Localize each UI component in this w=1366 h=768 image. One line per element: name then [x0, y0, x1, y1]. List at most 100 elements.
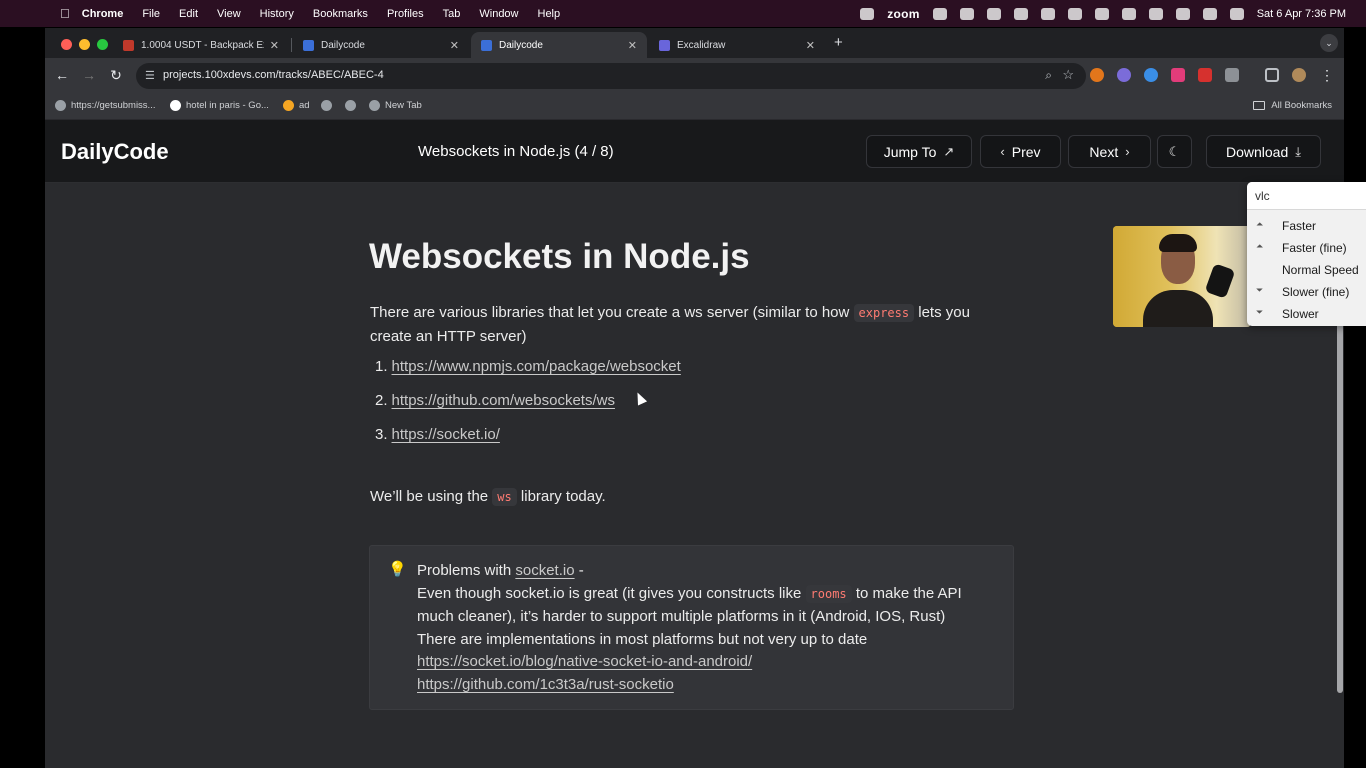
- tab-label: Excalidraw: [677, 39, 726, 51]
- bookmark-item[interactable]: New Tab: [369, 100, 422, 111]
- socketio-inline-link[interactable]: socket.io: [515, 562, 574, 579]
- inline-code: express: [853, 304, 915, 322]
- menu-tab[interactable]: Tab: [443, 8, 461, 20]
- new-tab-plus-icon[interactable]: +: [834, 34, 843, 51]
- extension-icon[interactable]: [1198, 68, 1212, 82]
- zoom-tray-label[interactable]: zoom: [887, 7, 920, 21]
- intro-text: There are various libraries that let you…: [370, 304, 854, 321]
- bookmark-label: https://getsubmiss...: [71, 100, 156, 111]
- site-settings-icon[interactable]: ☰: [145, 69, 157, 82]
- side-panel-icon[interactable]: [1265, 68, 1279, 82]
- search-icon[interactable]: [1175, 7, 1190, 20]
- close-window-icon[interactable]: [61, 39, 72, 50]
- close-tab-icon[interactable]: ✕: [270, 39, 279, 52]
- zoom-magnifier-icon[interactable]: ⌕: [1045, 68, 1052, 83]
- speed-up-icon: ⏶: [1256, 219, 1264, 229]
- jump-to-button[interactable]: Jump To ↗: [866, 135, 972, 168]
- profile-avatar[interactable]: [1292, 68, 1306, 82]
- bookmark-item[interactable]: ad: [283, 100, 310, 111]
- vlc-menu-slower-fine[interactable]: ⏷ Slower (fine): [1247, 281, 1366, 303]
- bookmark-item[interactable]: https://getsubmiss...: [55, 100, 155, 111]
- control-center-icon[interactable]: [1202, 7, 1217, 20]
- close-tab-icon[interactable]: ✕: [450, 39, 459, 52]
- callout-box: 💡 Problems with socket.io - Even though …: [369, 545, 1014, 710]
- all-bookmarks[interactable]: All Bookmarks: [1253, 100, 1332, 111]
- menu-window[interactable]: Window: [479, 8, 518, 20]
- status-app-icon[interactable]: [932, 7, 947, 20]
- github-ws-link[interactable]: https://github.com/websockets/ws: [392, 392, 615, 409]
- clock[interactable]: Sat 6 Apr 7:36 PM: [1257, 8, 1346, 20]
- extension-icon[interactable]: [1171, 68, 1185, 82]
- vlc-menu-faster-fine[interactable]: ⏶ Faster (fine): [1247, 237, 1366, 259]
- moon-icon: ☾: [1168, 143, 1181, 159]
- theme-toggle-button[interactable]: ☾: [1157, 135, 1192, 168]
- tab-search-chevron-icon[interactable]: ⌄: [1320, 34, 1338, 52]
- url-text[interactable]: projects.100xdevs.com/tracks/ABEC/ABEC-4: [163, 69, 384, 81]
- menu-history[interactable]: History: [260, 8, 294, 20]
- status-app-icon[interactable]: [1013, 7, 1028, 20]
- prev-button[interactable]: ‹ Prev: [980, 135, 1061, 168]
- bookmark-label: hotel in paris - Go...: [186, 100, 269, 111]
- minimize-window-icon[interactable]: [79, 39, 90, 50]
- battery-icon[interactable]: [1121, 7, 1136, 20]
- tab-dailycode-active[interactable]: Dailycode ✕: [471, 32, 647, 58]
- status-app-icon[interactable]: [1040, 7, 1055, 20]
- bookmark-item[interactable]: [321, 100, 337, 111]
- speed-up-icon: ⏶: [1256, 241, 1264, 251]
- status-tray: zoom Sat 6 Apr 7:36 PM: [860, 0, 1346, 27]
- tab-dailycode[interactable]: Dailycode ✕: [293, 32, 469, 58]
- bookmark-item[interactable]: [345, 100, 361, 111]
- rust-socketio-link[interactable]: https://github.com/1c3t3a/rust-socketio: [417, 676, 674, 693]
- extension-icon[interactable]: [1117, 68, 1131, 82]
- globe-icon: [369, 100, 380, 111]
- menu-profiles[interactable]: Profiles: [387, 8, 424, 20]
- menu-chrome[interactable]: Chrome: [82, 8, 124, 20]
- vlc-search-input[interactable]: [1255, 189, 1355, 203]
- menu-view[interactable]: View: [217, 8, 241, 20]
- status-app-icon[interactable]: [959, 7, 974, 20]
- close-tab-icon[interactable]: ✕: [806, 39, 815, 52]
- vlc-menu-faster[interactable]: ⏶ Faster: [1247, 215, 1366, 237]
- globe-icon: [321, 100, 332, 111]
- site-logo[interactable]: DailyCode: [61, 139, 169, 165]
- reload-icon[interactable]: ↻: [107, 67, 125, 84]
- metamask-extension-icon[interactable]: [1090, 68, 1104, 82]
- status-app-icon[interactable]: [1067, 7, 1082, 20]
- next-button[interactable]: Next ›: [1068, 135, 1151, 168]
- menu-edit[interactable]: Edit: [179, 8, 198, 20]
- close-tab-icon[interactable]: ✕: [628, 39, 637, 52]
- google-icon: [170, 100, 181, 111]
- bookmark-star-icon[interactable]: ☆: [1062, 67, 1074, 83]
- chevron-left-icon: ‹: [1000, 144, 1005, 159]
- list-number: 3.: [375, 426, 388, 443]
- moon-icon[interactable]: [1094, 7, 1109, 20]
- socketio-android-link[interactable]: https://socket.io/blog/native-socket-io-…: [417, 653, 752, 670]
- extension-icon[interactable]: [1144, 68, 1158, 82]
- wifi-icon[interactable]: [1148, 7, 1163, 20]
- forward-arrow-icon[interactable]: →: [80, 67, 98, 83]
- download-icon: ⤓: [1295, 143, 1301, 159]
- back-arrow-icon[interactable]: ←: [53, 67, 71, 83]
- socketio-link[interactable]: https://socket.io/: [392, 426, 500, 443]
- tab-backpack[interactable]: 1.0004 USDT - Backpack Exc ✕: [113, 32, 289, 58]
- kebab-menu-icon[interactable]: ⋮: [1318, 67, 1336, 84]
- bookmark-item[interactable]: hotel in paris - Go...: [170, 100, 269, 111]
- menu-help[interactable]: Help: [538, 8, 561, 20]
- menu-bookmarks[interactable]: Bookmarks: [313, 8, 368, 20]
- fullscreen-window-icon[interactable]: [97, 39, 108, 50]
- tab-excalidraw[interactable]: Excalidraw ✕: [649, 32, 825, 58]
- extensions-puzzle-icon[interactable]: [1225, 68, 1239, 82]
- npm-websocket-link[interactable]: https://www.npmjs.com/package/websocket: [392, 358, 681, 375]
- vlc-menu-slower[interactable]: ⏷ Slower: [1247, 303, 1366, 325]
- vlc-video-overlay[interactable]: [1113, 226, 1251, 327]
- siri-icon[interactable]: [1229, 7, 1244, 20]
- status-app-icon[interactable]: [986, 7, 1001, 20]
- jump-to-label: Jump To: [883, 143, 937, 160]
- vlc-menu-normal-speed[interactable]: Normal Speed: [1247, 259, 1366, 281]
- status-app-icon[interactable]: [860, 7, 875, 20]
- address-bar[interactable]: ☰ projects.100xdevs.com/tracks/ABEC/ABEC…: [136, 63, 1086, 89]
- globe-icon: [55, 100, 66, 111]
- menu-file[interactable]: File: [142, 8, 160, 20]
- download-button[interactable]: Download ⤓: [1206, 135, 1321, 168]
- apple-icon[interactable]: : [60, 6, 70, 21]
